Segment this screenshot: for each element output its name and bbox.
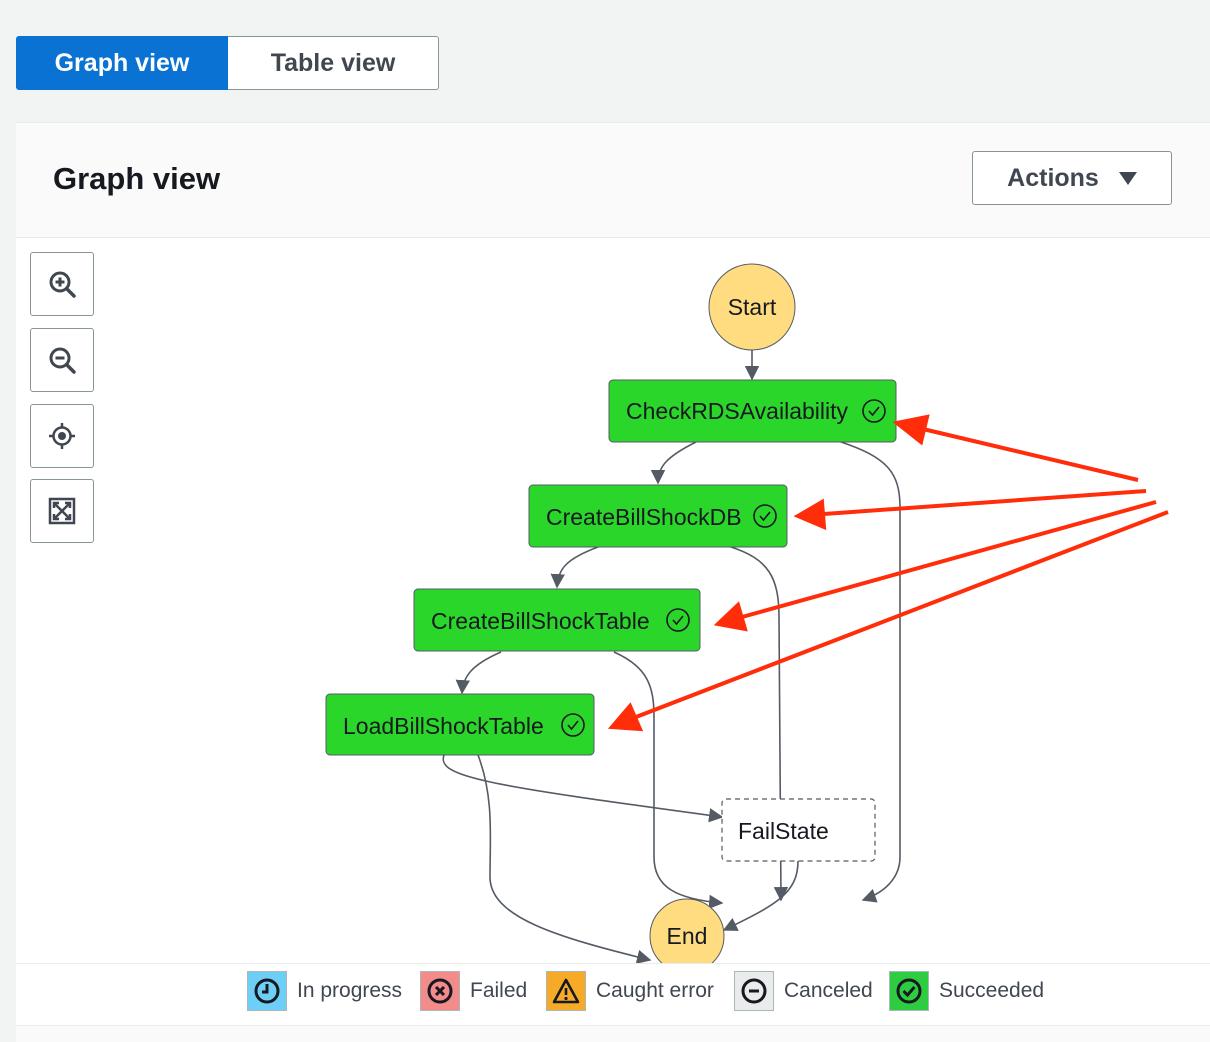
annotation-arrows (607, 414, 1169, 732)
legend-label: In progress (297, 979, 403, 1002)
actions-button[interactable]: Actions (972, 151, 1172, 205)
tab-graph-view[interactable]: Graph view (16, 36, 228, 90)
edge-createtable-load (455, 651, 502, 695)
edge-load-fail (442, 754, 724, 823)
legend-swatch (546, 971, 586, 1011)
state-load-bill-shock-table[interactable]: LoadBillShockTable (325, 693, 595, 756)
legend-canceled: Canceled (734, 971, 873, 1011)
legend-label: Canceled (784, 979, 873, 1002)
end-node[interactable]: End (649, 898, 725, 963)
edge-load-end (477, 754, 652, 963)
x-circle-icon (427, 978, 453, 1004)
graph-panel: Graph view Actions Start CheckRDSAvailab… (16, 122, 1210, 1042)
legend-succeeded: Succeeded (889, 971, 1044, 1011)
legend-label: Caught error (596, 979, 714, 1002)
start-label: Start (728, 294, 777, 320)
panel-footer (16, 1025, 1210, 1042)
edge-createdb-createtable (550, 546, 599, 589)
start-node[interactable]: Start (708, 263, 796, 351)
check-circle-icon (896, 978, 922, 1004)
annotation-arrowhead (793, 498, 827, 531)
annotation-arrow (922, 427, 1139, 482)
state-label: CreateBillShockDB (546, 504, 742, 530)
caret-down-icon (1118, 171, 1137, 185)
state-machine-graph[interactable]: Start CheckRDSAvailability CreateBillSho… (16, 237, 1210, 963)
minus-circle-icon (741, 978, 767, 1004)
annotation-arrowhead (892, 414, 930, 446)
legend-swatch (247, 971, 287, 1011)
state-check-rds-availability[interactable]: CheckRDSAvailability (608, 379, 897, 443)
annotation-arrowhead (713, 601, 748, 632)
legend-label: Failed (470, 979, 528, 1002)
tab-table-view[interactable]: Table view (228, 36, 439, 90)
view-tabs: Graph view Table view (16, 36, 439, 90)
legend-swatch (889, 971, 929, 1011)
state-label: CheckRDSAvailability (626, 398, 848, 424)
panel-title: Graph view (53, 161, 221, 196)
state-label: LoadBillShockTable (343, 713, 544, 739)
actions-label: Actions (1007, 163, 1099, 192)
legend-caught-error: Caught error (546, 971, 714, 1011)
legend-failed: Failed (420, 971, 527, 1011)
legend-swatch (420, 971, 460, 1011)
panel-header: Graph view Actions (16, 123, 1210, 238)
end-label: End (667, 923, 708, 949)
state-fail-state[interactable]: FailState (721, 798, 876, 862)
state-create-bill-shock-table[interactable]: CreateBillShockTable (413, 588, 701, 652)
clock-icon (254, 978, 280, 1004)
edge-check-createdb (650, 441, 697, 485)
warning-icon (552, 978, 580, 1004)
state-label: FailState (738, 818, 829, 844)
annotation-arrowhead (607, 702, 644, 732)
legend-swatch (734, 971, 774, 1011)
state-label: CreateBillShockTable (431, 608, 650, 634)
legend-in-progress: In progress (247, 971, 402, 1011)
edge-fail-end (722, 860, 799, 931)
annotation-arrow (823, 489, 1147, 516)
state-create-bill-shock-db[interactable]: CreateBillShockDB (528, 484, 788, 548)
status-legend: In progress Failed Caught error Canceled… (16, 963, 1210, 1026)
legend-label: Succeeded (939, 979, 1045, 1002)
